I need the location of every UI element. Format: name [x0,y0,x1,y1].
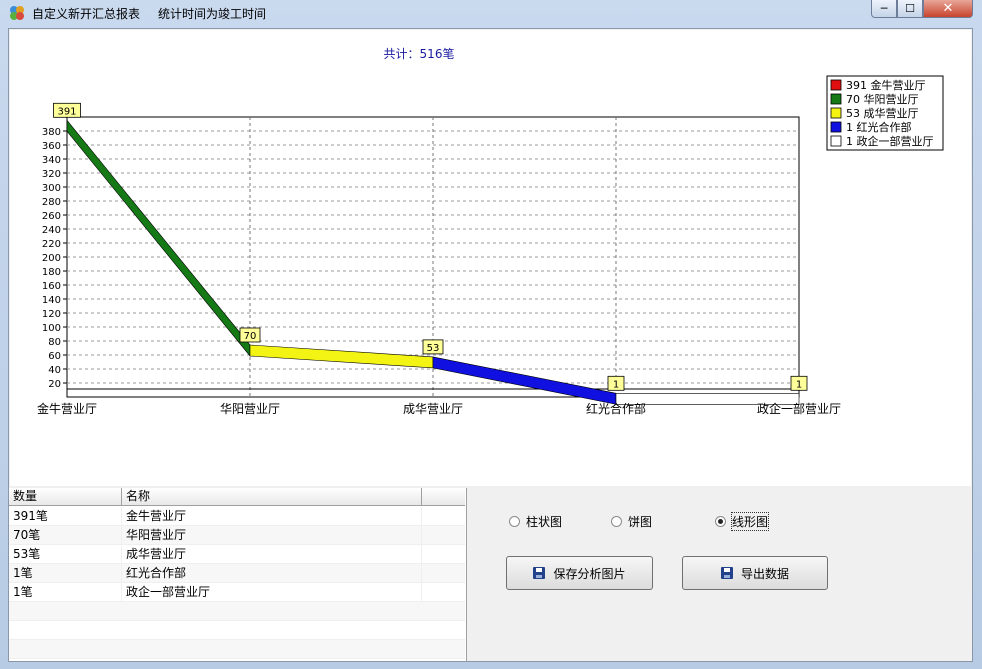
legend-swatch [830,135,842,147]
radio-label: 柱状图 [526,515,563,529]
y-tick-label: 140 [42,295,61,306]
header-name[interactable]: 名称 [122,488,422,505]
minimize-button[interactable]: ─ [871,0,897,18]
app-icon [10,6,24,20]
data-label: 70 [244,331,257,342]
legend-label: 53 成华营业厅 [846,106,919,120]
table-row-empty [9,621,465,640]
table-header: 数量 名称 [9,488,465,506]
radio-bar-chart[interactable]: 柱状图 [509,513,562,530]
legend-swatch [830,121,842,133]
x-category-label: 华阳营业厅 [220,402,280,416]
app-window: 自定义新开汇总报表 统计时间为竣工时间 ─ ☐ ✕ 共计：516笔 20 40 60 8… [0,0,982,669]
close-icon: ✕ [942,1,954,16]
save-image-label: 保存分析图片 [553,566,626,581]
y-tick-label: 220 [42,239,61,250]
y-tick-label: 80 [48,337,61,348]
y-tick-label: 260 [42,211,61,222]
y-tick-label: 200 [42,253,61,264]
close-button[interactable]: ✕ [923,0,973,18]
y-tick-label: 20 [48,379,61,390]
radio-pie-chart[interactable]: 饼图 [611,513,652,530]
cell-count: 1笔 [9,583,122,602]
cell-name: 政企一部营业厅 [122,583,422,602]
cell-name: 华阳营业厅 [122,526,422,545]
cell-name: 金牛营业厅 [122,507,422,526]
save-image-button[interactable]: 保存分析图片 [506,556,653,590]
chart-title: 共计：516笔 [384,46,455,61]
minimize-icon: ─ [880,2,888,15]
table-row[interactable]: 70笔 华阳营业厅 [9,526,465,545]
data-label: 391 [57,106,76,117]
legend-label: 391 金牛营业厅 [846,78,926,92]
radio-label: 饼图 [628,515,653,529]
legend-label: 70 华阳营业厅 [846,92,919,106]
maximize-button[interactable]: ☐ [897,0,923,18]
cell-count: 53笔 [9,545,122,564]
y-tick-label: 40 [48,365,61,376]
x-category-label: 政企一部营业厅 [757,401,841,416]
y-tick-label: 300 [42,183,61,194]
table-row[interactable]: 53笔 成华营业厅 [9,545,465,564]
radio-circle [611,516,622,527]
cell-name: 红光合作部 [122,564,422,583]
window-title: 自定义新开汇总报表 [32,7,141,21]
export-data-button[interactable]: 导出数据 [682,556,828,590]
data-label: 1 [613,379,619,390]
y-tick-label: 180 [42,267,61,278]
x-category-label: 成华营业厅 [403,402,463,416]
cell-count: 1笔 [9,564,122,583]
cell-count: 391笔 [9,507,122,526]
table-row[interactable]: 391笔 金牛营业厅 [9,507,465,526]
y-tick-label: 360 [42,141,61,152]
x-category-label: 金牛营业厅 [37,401,97,416]
y-tick-label: 320 [42,169,61,180]
maximize-icon: ☐ [905,2,915,15]
cell-name: 成华营业厅 [122,545,422,564]
summary-table[interactable]: 数量 名称 391笔 金牛营业厅 70笔 华阳营业厅 53笔 成华营业厅 1笔 … [9,488,467,661]
table-row[interactable]: 1笔 红光合作部 [9,564,465,583]
y-tick-label: 340 [42,155,61,166]
y-tick-label: 120 [42,309,61,320]
window-subtitle: 统计时间为竣工时间 [158,7,267,21]
table-row-empty [9,602,465,621]
y-tick-label: 160 [42,281,61,292]
table-row[interactable]: 1笔 政企一部营业厅 [9,583,465,602]
y-tick-label: 280 [42,197,61,208]
floppy-disk-icon [720,567,733,579]
chart-panel: 共计：516笔 20 40 60 80 100 120 140 160 180 200 220 240 2… [10,30,971,486]
x-category-label: 红光合作部 [586,401,646,416]
table-row-empty [9,640,465,659]
cell-count: 70笔 [9,526,122,545]
header-count[interactable]: 数量 [9,488,122,505]
data-label: 53 [427,343,440,354]
export-data-label: 导出数据 [740,566,789,581]
title-bar: 自定义新开汇总报表 统计时间为竣工时间 ─ ☐ ✕ [0,0,982,26]
legend-swatch [830,107,842,119]
y-tick-label: 100 [42,323,61,334]
line-chart: 共计：516笔 20 40 60 80 100 120 140 160 180 200 220 240 2… [37,46,944,416]
radio-circle-selected [715,516,726,527]
legend-swatch [830,79,842,91]
y-tick-label: 60 [48,351,61,362]
y-tick-label: 240 [42,225,61,236]
legend-swatch [830,93,842,105]
radio-line-chart[interactable]: 线形图 [715,512,770,531]
legend-label: 1 红光合作部 [846,120,912,134]
radio-circle [509,516,520,527]
data-label: 1 [796,379,802,390]
floppy-disk-icon [533,567,546,579]
legend-label: 1 政企一部营业厅 [846,134,934,148]
y-tick-label: 380 [42,127,61,138]
client-area: 共计：516笔 20 40 60 80 100 120 140 160 180 200 220 240 2… [8,28,973,662]
radio-label: 线形图 [730,512,770,531]
